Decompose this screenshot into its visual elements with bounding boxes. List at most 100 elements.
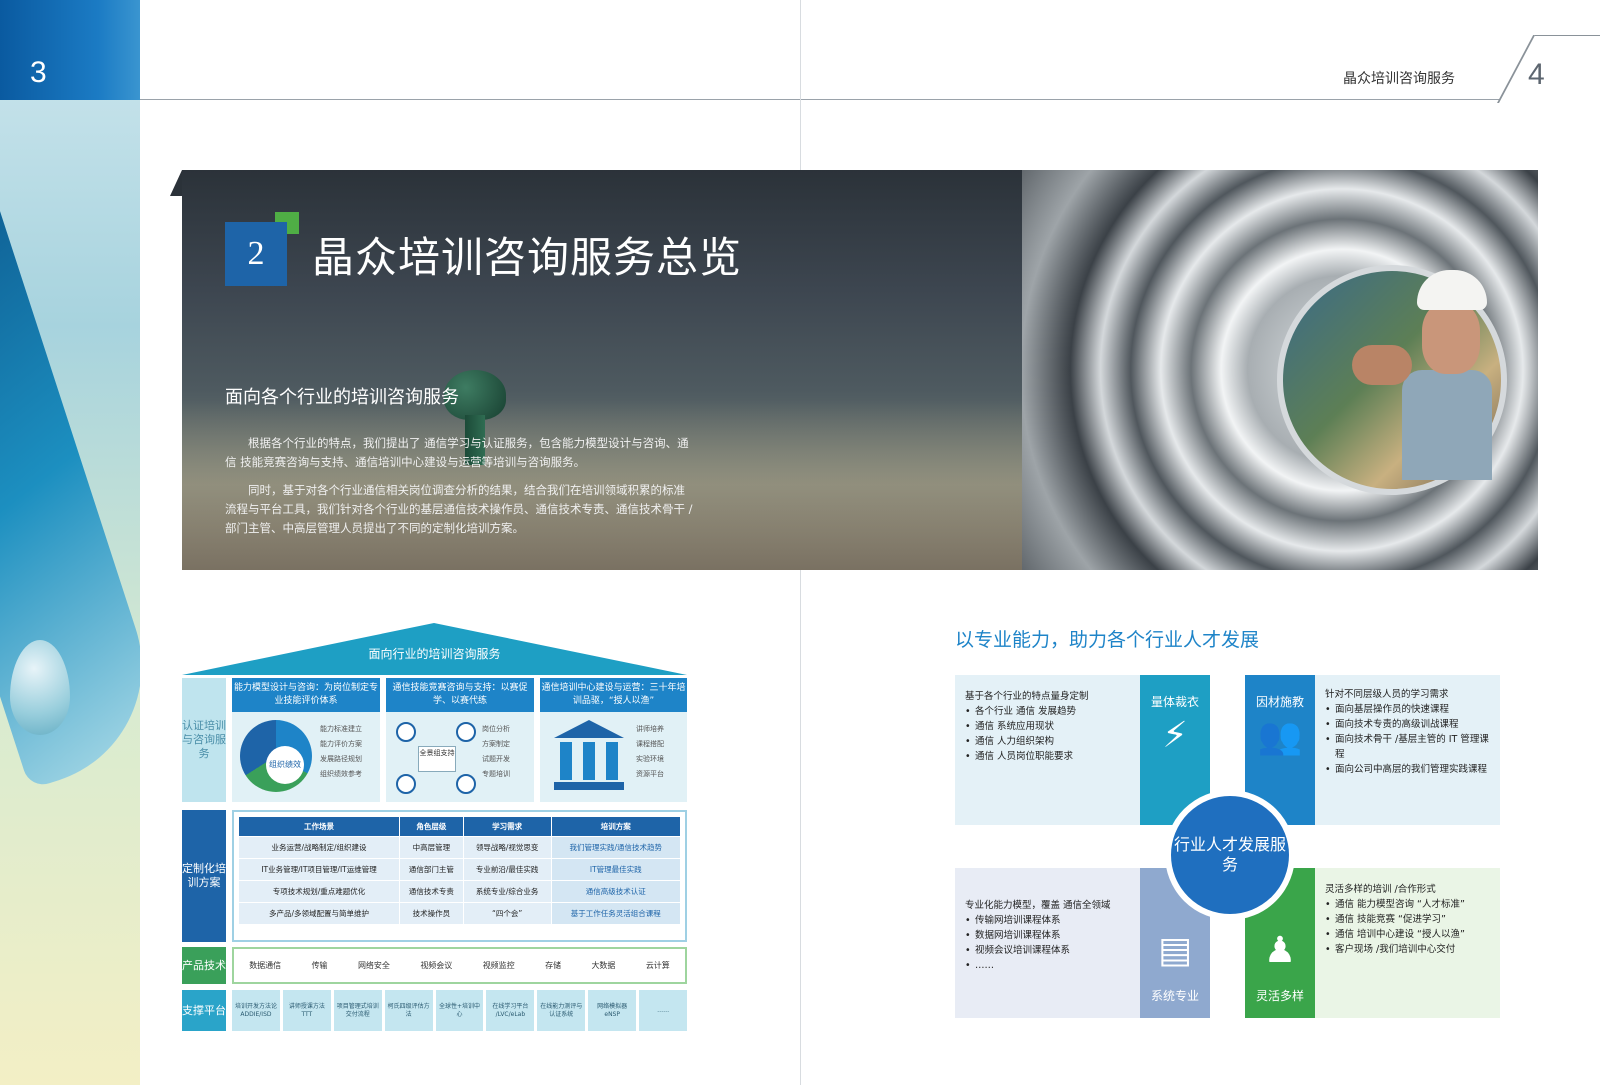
support-item: ……: [639, 990, 688, 1031]
service-item: 发展路径规划: [320, 755, 362, 763]
quadrant-intro: 灵活多样的培训 /合作形式: [1325, 884, 1436, 895]
wheel-center-label: 组织绩效: [266, 746, 304, 784]
training-center-icon: [554, 720, 624, 792]
product-item: 数据通信: [249, 961, 282, 970]
quadrant-item: 视频会议培训课程体系: [965, 943, 1133, 958]
side-label-custom: 定制化培训方案: [182, 810, 226, 942]
classroom-icon: ♟: [1263, 930, 1297, 971]
support-item: 在线学习平台 /LVC/eLab: [486, 990, 535, 1031]
quadrant-item: 数据网培训课程体系: [965, 928, 1133, 943]
quadrant-panel-tailored: 基于各个行业的特点量身定制 各个行业 通信 发展趋势 通信 系统应用现状 通信 …: [955, 675, 1140, 825]
table-row: 专项技术规划/重点难题优化 通信技术专责 系统专业/综合业务 通信高级技术认证: [237, 880, 682, 903]
left-decorative-strip: [0, 0, 140, 1085]
support-item: 培训开发方法论 ADDIE/ISD: [232, 990, 280, 1031]
service-item: 试题开发: [482, 755, 510, 763]
quadrant-item: 面向公司中高层的我们管理实践课程: [1325, 762, 1495, 777]
competency-wheel-icon: 组织绩效: [240, 720, 312, 792]
quadrant-item: 客户现场 /我们培训中心交付: [1325, 942, 1497, 957]
header-rule: [140, 99, 1500, 100]
service-item: 讲师培养: [636, 725, 664, 733]
product-item: 存储: [545, 961, 562, 970]
quadrant-item: 通信 系统应用现状: [965, 719, 1133, 734]
hub-network-icon: 全景组支持: [396, 722, 476, 794]
side-label-certification: 认证培训与咨询服务: [182, 678, 226, 802]
hub-node-icon: [456, 722, 476, 742]
quadrant-panel-flexible: 灵活多样的培训 /合作形式 通信 能力模型咨询 “人才标准” 通信 技能竞赛 “…: [1315, 868, 1500, 1018]
hub-center-label: 全景组支持: [418, 746, 456, 772]
service-title: 通信培训中心建设与运营：三十年培训品驱，“授人以渔”: [540, 678, 687, 712]
quadrant-panel-systematic: 专业化能力模型，覆盖 通信全领域 传输网培训课程体系 数据网培训课程体系 视频会…: [955, 868, 1140, 1018]
service-item: 能力标准建立: [320, 725, 362, 733]
support-platform-row: 培训开发方法论 ADDIE/ISD 讲师授课方法TTT 项目管理式培训交付流程 …: [232, 990, 688, 1031]
documents-icon: ▤: [1157, 930, 1192, 971]
service-item: 实验环境: [636, 755, 664, 763]
product-item: 视频监控: [482, 961, 515, 970]
support-item: 在线能力测评与认证系统: [537, 990, 586, 1031]
quadrant-item: 通信 能力模型咨询 “人才标准”: [1325, 897, 1497, 912]
product-item: 云计算: [645, 961, 670, 970]
quadrant-label: 量体裁衣: [1150, 695, 1199, 709]
service-column-model: 能力模型设计与咨询：为岗位制定专业技能评价体系 组织绩效 能力标准建立 能力评价…: [232, 678, 380, 802]
side-label-product: 产品技术: [182, 947, 226, 984]
quadrant-item: 通信 技能竞赛 “促进学习”: [1325, 912, 1497, 927]
table-header: 工作场景: [237, 816, 401, 837]
hero-paragraph-2: 同时，基于对各个行业通信相关岗位调查分析的结果，结合我们在培训领域积累的标准流程…: [225, 483, 693, 535]
right-page-number: 4: [1528, 58, 1545, 91]
engineer-vest: [1402, 370, 1492, 480]
power-tower-icon: ⚡: [1162, 715, 1188, 756]
right-heading: 以专业能力，助力各个行业人才发展: [955, 629, 1260, 651]
table-header: 学习需求: [462, 816, 552, 837]
quadrant-item: 面向基层操作员的快速课程: [1325, 702, 1495, 717]
service-item: 方案制定: [482, 740, 510, 748]
section-number: 2: [225, 222, 287, 286]
quadrant-item: 传输网培训课程体系: [965, 913, 1133, 928]
table-row: 多产品/多领域配置与简单维护 技术操作员 “四个会” 基于工作任务灵活组合课程: [237, 902, 682, 925]
service-item: 能力评价方案: [320, 740, 362, 748]
quadrant-item: ……: [965, 958, 1133, 973]
left-page-number-bar: [0, 0, 140, 100]
hero-paragraph-1: 根据各个行业的特点，我们提出了 通信学习与认证服务，包含能力模型设计与咨询、通信…: [225, 436, 689, 469]
quadrant-intro: 基于各个行业的特点量身定制: [965, 691, 1089, 702]
engineer-face: [1422, 302, 1480, 374]
quadrant-label: 系统专业: [1150, 989, 1199, 1003]
service-title: 通信技能竞赛咨询与支持：以赛促学、以赛代练: [386, 678, 534, 712]
header-slash-top: [1535, 35, 1600, 36]
quadrant-item: 通信 人力组织架构: [965, 734, 1133, 749]
hero-corner-notch: [170, 170, 182, 196]
service-item: 资源平台: [636, 770, 664, 778]
people-group-icon: 👥: [1257, 716, 1303, 757]
hub-node-icon: [396, 774, 416, 794]
left-page-number: 3: [30, 56, 47, 89]
service-column-contest: 通信技能竞赛咨询与支持：以赛促学、以赛代练 全景组支持 岗位分析 方案制定 试题…: [386, 678, 534, 802]
engineer-hand-flashlight: [1352, 345, 1412, 385]
quadrant-item: 面向技术专责的高级训战课程: [1325, 717, 1495, 732]
custom-plan-table: 工作场景 角色层级 学习需求 培训方案 业务运营/战略制定/组织建设 中高层管理…: [237, 816, 682, 925]
hero-subtitle: 面向各个行业的培训咨询服务: [225, 387, 459, 408]
product-item: 视频会议: [420, 961, 453, 970]
running-header-title: 晶众培训咨询服务: [1343, 71, 1455, 87]
product-item: 传输: [311, 961, 328, 970]
support-item: 讲师授课方法TTT: [282, 990, 331, 1031]
quadrant-intro: 专业化能力模型，覆盖 通信全领域: [965, 900, 1111, 911]
custom-plan-table-box: 工作场景 角色层级 学习需求 培训方案 业务运营/战略制定/组织建设 中高层管理…: [232, 810, 687, 942]
support-item: 网络模拟器 eNSP: [588, 990, 637, 1031]
table-header: 角色层级: [399, 816, 464, 837]
quadrant-panel-individual: 针对不同层级人员的学习需求 面向基层操作员的快速课程 面向技术专责的高级训战课程…: [1315, 675, 1500, 825]
support-item: 项目管理式培训交付流程: [333, 990, 382, 1031]
support-item: 柯氏四级评估方法: [384, 990, 433, 1031]
table-row: IT业务管理/IT项目管理/IT运维管理 通信部门主管 专业前沿/最佳实践 IT…: [237, 858, 682, 881]
service-column-center: 通信培训中心建设与运营：三十年培训品驱，“授人以渔” 讲师培养 课程搭配 实验环…: [540, 678, 687, 802]
quadrant-label: 灵活多样: [1255, 989, 1304, 1003]
service-title: 能力模型设计与咨询：为岗位制定专业技能评价体系: [232, 678, 380, 712]
product-item: 大数据: [591, 961, 616, 970]
hub-node-icon: [456, 774, 476, 794]
service-item: 课程搭配: [636, 740, 664, 748]
quadrant-item: 面向技术骨干 /基层主管的 IT 管理课程: [1325, 732, 1495, 762]
roof-label: 面向行业的培训咨询服务: [368, 647, 501, 661]
quadrant-intro: 针对不同层级人员的学习需求: [1325, 689, 1449, 700]
service-item: 组织绩效参考: [320, 770, 362, 778]
service-item: 专题培训: [482, 770, 510, 778]
center-circle-label: 行业人才发展服务: [1165, 790, 1295, 920]
service-item: 岗位分析: [482, 725, 510, 733]
section-title: 晶众培训咨询服务总览: [312, 233, 743, 282]
